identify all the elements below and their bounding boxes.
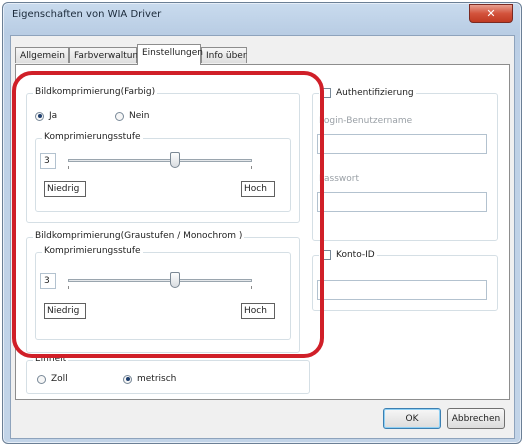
auth-checkbox-label: Authentifizierung [336,88,414,98]
title-bar[interactable]: Eigenschaften von WIA Driver ✕ [3,3,521,31]
tab-info[interactable]: Info über [201,47,247,63]
login-input[interactable] [317,134,487,154]
password-input[interactable] [317,192,487,212]
tab-allgemein[interactable]: Allgemein [15,47,69,63]
tab-einstellungen[interactable]: Einstellungen [137,44,203,65]
radio-metrisch-dot[interactable] [123,374,132,384]
radio-zoll[interactable]: Zoll [37,374,68,384]
window-title: Eigenschaften von WIA Driver [12,9,162,20]
account-checkbox[interactable]: Konto-ID [319,250,377,260]
tab-farbverwaltung[interactable]: Farbverwaltung [69,47,144,63]
password-label: Passwort [319,174,360,184]
radio-metrisch[interactable]: metrisch [123,374,176,384]
account-input[interactable] [317,280,487,300]
account-group: Konto-ID [312,250,498,311]
cancel-button[interactable]: Abbrechen [447,408,505,429]
close-button[interactable]: ✕ [469,4,513,23]
close-icon: ✕ [486,7,496,20]
radio-zoll-label: Zoll [51,374,68,384]
auth-checkbox[interactable]: Authentifizierung [319,88,416,98]
login-label: Login-Benutzername [319,116,413,126]
radio-metrisch-label: metrisch [137,374,177,384]
units-group: Einheit Zoll metrisch [26,354,310,394]
account-checkbox-label: Konto-ID [336,250,375,260]
highlight-annotation [12,71,324,358]
radio-zoll-dot[interactable] [37,374,46,384]
auth-group: Authentifizierung Login-Benutzername Pas… [312,88,498,241]
ok-button[interactable]: OK [383,408,441,429]
